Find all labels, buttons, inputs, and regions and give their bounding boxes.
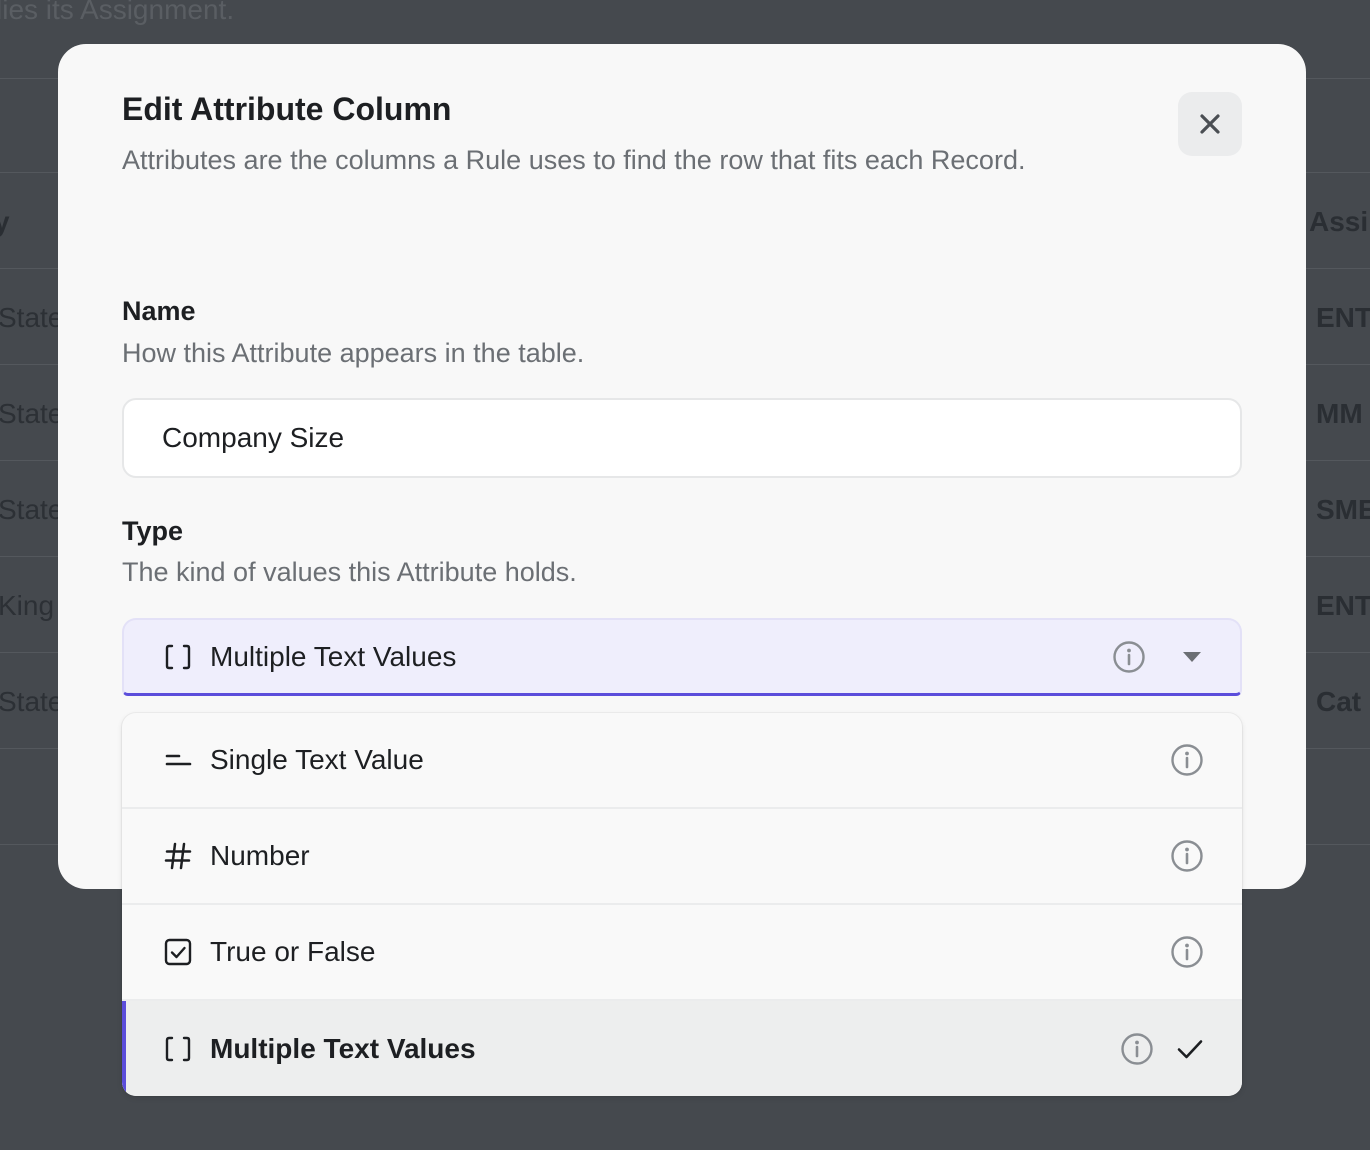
bg-row-right: SME bbox=[1316, 494, 1370, 525]
bg-row-left: State bbox=[0, 302, 64, 333]
bg-row-right: Cat bbox=[1316, 686, 1362, 717]
brackets-icon bbox=[162, 1033, 194, 1065]
close-button[interactable] bbox=[1178, 92, 1242, 156]
bg-row-left: State bbox=[0, 398, 64, 429]
info-icon[interactable] bbox=[1112, 640, 1146, 674]
type-label: Type bbox=[122, 516, 184, 546]
info-icon[interactable] bbox=[1120, 1032, 1154, 1066]
bg-header-right: Assi bbox=[1309, 206, 1369, 237]
bg-row-left: State bbox=[0, 494, 64, 525]
hash-icon bbox=[162, 840, 194, 872]
type-hint: The kind of values this Attribute holds. bbox=[122, 557, 577, 587]
option-multiple-text-values[interactable]: Multiple Text Values bbox=[122, 1001, 1242, 1096]
chevron-down-icon bbox=[1182, 647, 1202, 667]
option-label: Single Text Value bbox=[210, 744, 424, 775]
equals-icon bbox=[162, 744, 194, 776]
type-select-value: Multiple Text Values bbox=[210, 640, 457, 672]
type-options-list: Single Text Value Number True or False M… bbox=[122, 713, 1242, 1096]
type-select[interactable]: Multiple Text Values bbox=[122, 618, 1242, 696]
bg-row-right: ENT bbox=[1316, 590, 1370, 621]
modal-description: Attributes are the columns a Rule uses t… bbox=[122, 145, 1026, 175]
modal-title: Edit Attribute Column bbox=[122, 91, 452, 127]
option-number[interactable]: Number bbox=[122, 809, 1242, 905]
name-input[interactable] bbox=[122, 398, 1242, 478]
checkbox-icon bbox=[162, 936, 194, 968]
option-label: Number bbox=[210, 840, 310, 871]
bg-row-right: MM bbox=[1316, 398, 1363, 429]
checkmark-icon bbox=[1176, 1035, 1204, 1063]
info-icon[interactable] bbox=[1170, 839, 1204, 873]
bg-row-left: King bbox=[0, 590, 55, 621]
bg-row-right: ENT bbox=[1316, 302, 1370, 333]
bg-row-left: State bbox=[0, 686, 64, 717]
option-label: True or False bbox=[210, 936, 376, 967]
bg-header-left: y bbox=[0, 206, 10, 237]
name-label: Name bbox=[122, 296, 196, 326]
name-hint: How this Attribute appears in the table. bbox=[122, 338, 585, 368]
option-true-or-false[interactable]: True or False bbox=[122, 905, 1242, 1001]
info-icon[interactable] bbox=[1170, 935, 1204, 969]
brackets-icon bbox=[162, 641, 194, 673]
bg-top-text: lies its Assignment. bbox=[0, 0, 235, 25]
option-single-text-value[interactable]: Single Text Value bbox=[122, 713, 1242, 809]
close-icon bbox=[1200, 114, 1220, 134]
option-label: Multiple Text Values bbox=[210, 1033, 476, 1064]
info-icon[interactable] bbox=[1170, 743, 1204, 777]
